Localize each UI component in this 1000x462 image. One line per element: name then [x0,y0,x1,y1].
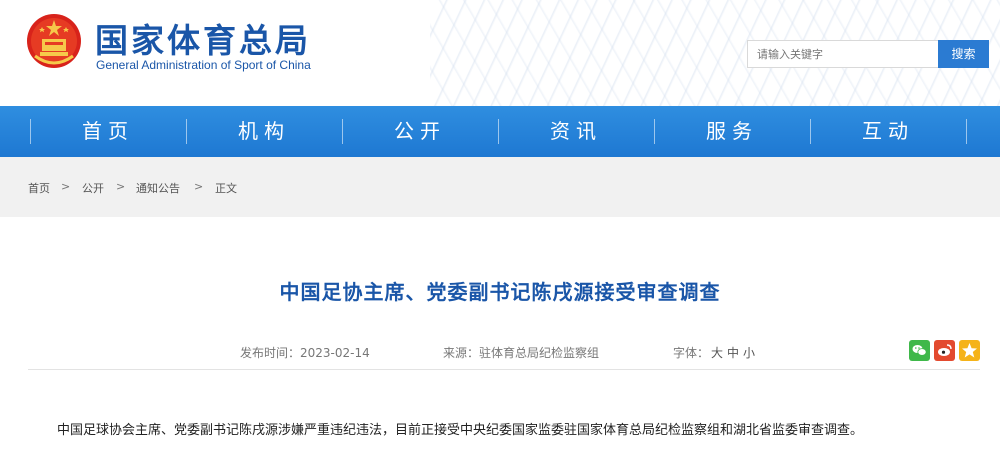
source-meta: 来源：驻体育总局纪检监察组 [443,344,599,361]
nav-item-public[interactable]: 公开 [342,106,498,157]
breadcrumb-home[interactable]: 首页 [28,180,50,196]
source-value: 驻体育总局纪检监察组 [479,346,600,360]
publish-label: 发布时间： [240,346,301,360]
source-label: 来源： [443,346,480,360]
national-emblem-icon[interactable] [25,12,83,70]
search-button[interactable]: 搜索 [938,40,989,68]
wechat-icon[interactable] [909,340,930,361]
site-title[interactable]: 国家体育总局 [95,14,311,62]
nav-item-organization[interactable]: 机构 [186,106,342,157]
breadcrumb-separator: > [61,180,71,193]
qzone-icon[interactable] [959,340,980,361]
weibo-icon[interactable] [934,340,955,361]
breadcrumb-notices[interactable]: 通知公告 [136,180,180,196]
article-body: 中国足球协会主席、党委副书记陈戌源涉嫌严重违纪违法，目前正接受中央纪委国家监委驻… [57,423,864,438]
font-size-medium[interactable]: 中 [727,346,739,360]
search-input[interactable] [747,40,938,68]
article-title: 中国足协主席、党委副书记陈戌源接受审查调查 [279,280,721,304]
main-nav: 首页 机构 公开 资讯 服务 互动 [0,106,1000,157]
publish-date: 2023-02-14 [300,346,370,360]
breadcrumb-separator: > [194,180,204,193]
publish-date-meta: 发布时间：2023-02-14 [240,344,370,361]
font-size-label: 字体： [673,346,710,360]
site-header: 国家体育总局 General Administration of Sport o… [0,0,1000,106]
breadcrumb-separator: > [116,180,126,193]
nav-item-interaction[interactable]: 互动 [810,106,966,157]
nav-item-services[interactable]: 服务 [654,106,810,157]
breadcrumb-public[interactable]: 公开 [82,180,104,196]
meta-divider [28,369,980,370]
nav-item-home[interactable]: 首页 [30,106,186,157]
font-size-control: 字体：大中小 [673,344,757,361]
breadcrumb: 首页 > 公开 > 通知公告 > 正文 [0,157,1000,217]
nav-separator [966,119,967,144]
font-size-small[interactable]: 小 [743,346,755,360]
nav-item-news[interactable]: 资讯 [498,106,654,157]
site-subtitle: General Administration of Sport of China [96,58,311,72]
breadcrumb-current: 正文 [215,182,237,195]
font-size-large[interactable]: 大 [711,346,723,360]
